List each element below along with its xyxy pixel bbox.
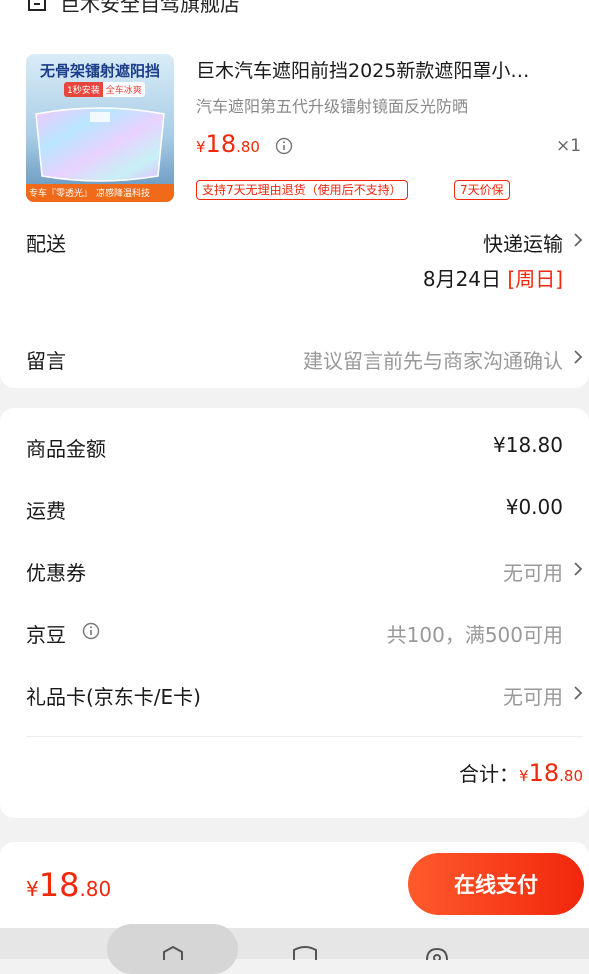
shipping-label: 运费: [26, 499, 66, 523]
delivery-date-text: 8月24日: [422, 267, 502, 291]
thumb-footer-right: 凉感降温科技: [96, 189, 151, 199]
total-symbol: ¥: [519, 767, 529, 785]
product-quantity: ×1: [556, 136, 582, 156]
divider: [26, 736, 583, 737]
total-label: 合计：: [459, 762, 520, 786]
thumb-footer-left: 专车『零透光』: [29, 189, 93, 199]
shipping-value: ¥0.00: [505, 495, 563, 519]
product-thumbnail[interactable]: 无骨架镭射遮阳挡 1秒安装 全车冰爽 专车『零透光』 凉感降温科技: [26, 54, 174, 202]
info-icon[interactable]: [82, 622, 100, 640]
giftcard-value[interactable]: 无可用: [503, 681, 563, 710]
jd-beans-label: 京豆: [26, 623, 66, 647]
info-icon[interactable]: [275, 137, 293, 155]
product-price: ¥18.80: [196, 130, 260, 158]
delivery-label: 配送: [26, 232, 66, 256]
store-name: 巨木安全自驾旗舰店: [60, 0, 240, 16]
coupon-label: 优惠券: [26, 561, 86, 585]
thumb-footer: 专车『零透光』 凉感降温科技: [29, 186, 150, 199]
settings-icon[interactable]: [422, 946, 452, 960]
order-total: 合计：¥18.80: [459, 758, 583, 787]
chevron-right-icon: [574, 233, 583, 247]
thumb-badge-right: 全车冰爽: [102, 82, 145, 97]
store-header[interactable]: 巨木安全自驾旗舰店: [26, 0, 240, 16]
thumb-badge-left: 1秒安装: [64, 82, 103, 97]
price-protect-tag: 7天价保: [454, 180, 510, 200]
delivery-method[interactable]: 快递运输: [483, 228, 563, 257]
total-dec: .80: [559, 767, 583, 785]
price-symbol: ¥: [196, 138, 206, 156]
message-label: 留言: [26, 349, 66, 373]
thumb-headline: 无骨架镭射遮阳挡: [39, 62, 160, 80]
return-policy-tag: 支持7天无理由退货（使用后不支持）: [196, 180, 408, 200]
coupon-value[interactable]: 无可用: [503, 557, 563, 586]
thumb-badges: 1秒安装 全车冰爽: [64, 82, 145, 97]
checkout-int: 18: [38, 866, 80, 904]
jd-beans-value: 共100，满500可用: [386, 623, 563, 647]
product-title[interactable]: 巨木汽车遮阳前挡2025新款遮阳罩小…: [196, 56, 529, 83]
checkout-symbol: ¥: [26, 877, 39, 901]
product-subtitle: 汽车遮阳第五代升级镭射镜面反光防晒: [196, 97, 469, 116]
store-icon: [28, 0, 46, 11]
goods-amount-value: ¥18.80: [493, 433, 563, 457]
giftcard-label: 礼品卡(京东卡/E卡): [26, 685, 201, 709]
goods-amount-label: 商品金额: [26, 437, 106, 461]
total-int: 18: [528, 759, 560, 787]
message-input[interactable]: 建议留言前先与商家沟通确认: [303, 345, 563, 374]
chevron-right-icon: [574, 350, 583, 364]
price-dec: .80: [236, 138, 260, 156]
delivery-date[interactable]: 8月24日 [周日]: [423, 263, 563, 292]
checkout-dec: .80: [79, 877, 112, 901]
pay-online-button[interactable]: 在线支付: [408, 853, 584, 915]
home-icon[interactable]: [158, 946, 188, 960]
delivery-weekday: [周日]: [507, 267, 563, 291]
chevron-right-icon: [574, 686, 583, 700]
checkout-price: ¥18.80: [26, 866, 111, 904]
price-int: 18: [205, 130, 237, 158]
price-summary-card: [0, 408, 589, 818]
chevron-right-icon: [574, 562, 583, 576]
apps-icon[interactable]: [290, 946, 320, 960]
